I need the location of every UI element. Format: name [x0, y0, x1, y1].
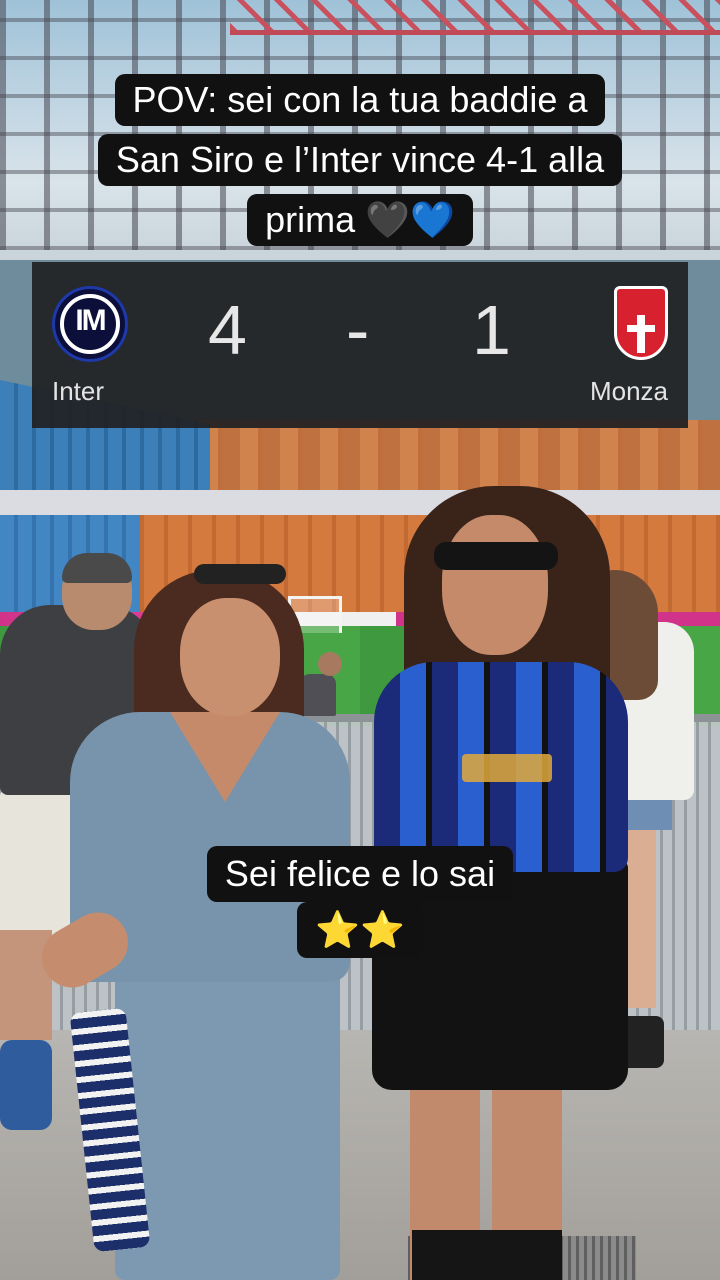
stand-ring [0, 490, 720, 516]
player-head [318, 652, 342, 676]
woman-right-face [442, 515, 548, 655]
caption-line: prima 🖤💙 [247, 194, 473, 246]
caption-line: San Siro e l’Inter vince 4-1 alla [97, 134, 623, 186]
away-team-name: Monza [589, 376, 668, 406]
scoreboard: IM 4 - 1 Inter Monza [32, 262, 688, 428]
player-body [300, 674, 336, 716]
inter-crest-icon: IM [52, 286, 128, 362]
sunglasses-icon [434, 542, 558, 570]
caption-stars: ⭐⭐ [297, 902, 423, 958]
woman-right-boots [412, 1230, 562, 1280]
caption-line: POV: sei con la tua baddie a [114, 74, 606, 126]
jersey-sponsor [462, 754, 552, 782]
caption-middle: Sei felice e lo sai ⭐⭐ [0, 846, 720, 958]
roof-truss [230, 0, 720, 35]
man-shoe [0, 1040, 52, 1130]
monza-crest-icon [604, 286, 680, 362]
home-team-name: Inter [52, 376, 105, 406]
woman-left-face [180, 598, 280, 716]
home-score: 4 [208, 291, 247, 369]
score-separator: - [346, 291, 370, 369]
caption-line: Sei felice e lo sai [206, 846, 514, 902]
away-score: 1 [472, 291, 511, 369]
caption-top: POV: sei con la tua baddie a San Siro e … [0, 74, 720, 254]
man-hair [62, 553, 132, 583]
sunglasses-icon [194, 564, 286, 584]
